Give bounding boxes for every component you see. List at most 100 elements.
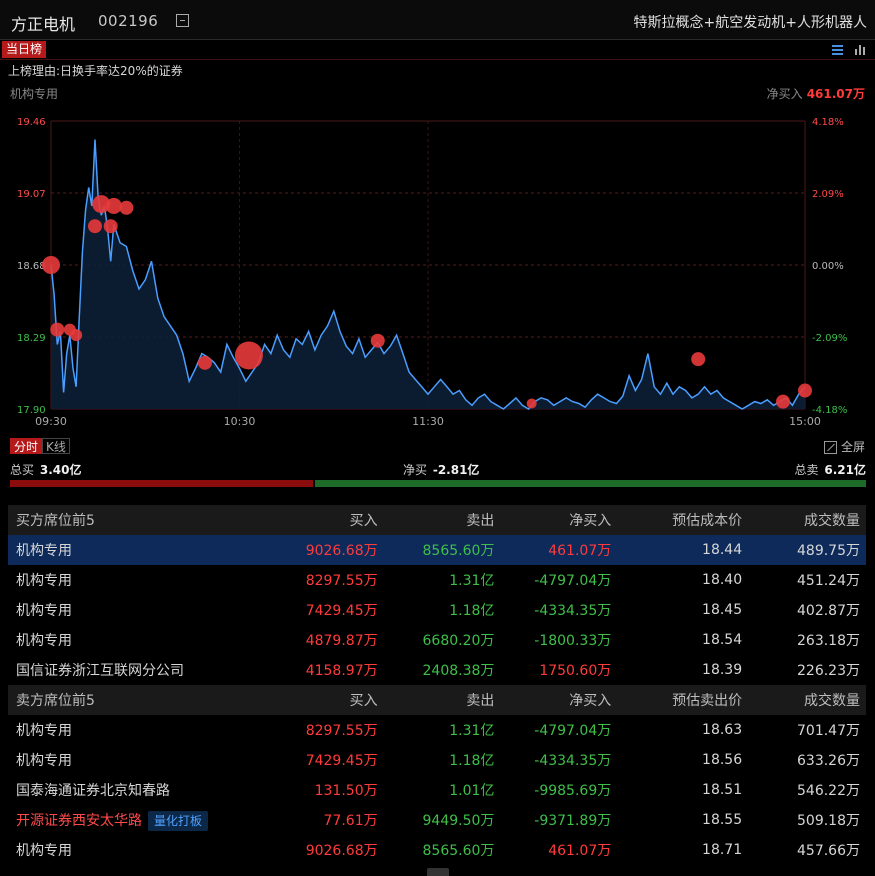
sell-seats-table: 卖方席位前5 买入 卖出 净买入 预估卖出价 成交数量 机构专用 8297.55万 1.31亿… <box>8 685 866 865</box>
table-row[interactable]: 国信证券浙江互联网分公司 4158.97万 2408.38万 1750.60万 18.3… <box>8 655 866 685</box>
seat-name[interactable]: 机构专用 <box>16 603 72 619</box>
x-tick: 09:30 <box>35 415 67 428</box>
seat-name[interactable]: 国信证券浙江互联网分公司 <box>16 663 184 679</box>
chart-mode-tabs: 分时 K线 <box>10 438 70 454</box>
est-price: 18.56 <box>702 752 743 768</box>
y-tick-left: 19.07 <box>17 189 46 200</box>
trade-marker <box>691 352 706 367</box>
trade-marker <box>50 322 65 337</box>
buy-amount: 8297.55万 <box>305 723 378 739</box>
tab-kline[interactable]: K线 <box>42 438 70 454</box>
table-row[interactable]: 机构专用 7429.45万 1.18亿 -4334.35万 18.45 402.87万 <box>8 595 866 625</box>
seat-name[interactable]: 国泰海通证券北京知春路 <box>16 783 170 799</box>
volume: 451.24万 <box>797 573 860 589</box>
volume: 489.75万 <box>748 535 866 565</box>
sell-amount: 1.01亿 <box>449 783 495 799</box>
sell-amount: 1.18亿 <box>449 603 495 619</box>
totals-row: 总买 3.40亿 净买 -2.81亿 总卖 6.21亿 <box>10 461 866 477</box>
net-amount: 461.07万 <box>548 843 612 859</box>
net-amount: -9371.89万 <box>534 813 612 829</box>
fullscreen-button[interactable]: 全屏 <box>823 438 865 455</box>
quant-tag-badge: 量化打板 <box>148 810 209 831</box>
net-amount: -4334.35万 <box>534 603 612 619</box>
trade-marker <box>119 200 134 215</box>
buy-header-2: 卖出 <box>383 505 501 535</box>
total-buy: 总买 3.40亿 <box>10 463 82 477</box>
est-price: 18.63 <box>702 722 743 738</box>
sell-amount: 9449.50万 <box>422 813 495 829</box>
table-row[interactable]: 开源证券西安太华路 量化打板 77.61万 9449.50万 -9371.89万 18.5… <box>8 805 866 835</box>
seat-name[interactable]: 机构专用 <box>16 633 72 649</box>
y-tick-right: 2.09% <box>812 189 844 200</box>
tab-minute[interactable]: 分时 <box>10 438 43 454</box>
total-net: 净买 -2.81亿 <box>403 463 480 477</box>
est-price: 18.39 <box>702 662 743 678</box>
table-row[interactable]: 机构专用 9026.68万 8565.60万 461.07万 18.71 457.66万 <box>8 835 866 865</box>
seat-name[interactable]: 机构专用 <box>16 543 72 559</box>
buy-header-3: 净买入 <box>500 505 618 535</box>
table-row[interactable]: 机构专用 7429.45万 1.18亿 -4334.35万 18.56 633.26万 <box>8 745 866 775</box>
seat-name[interactable]: 机构专用 <box>16 753 72 769</box>
sell-header-3: 净买入 <box>500 685 618 715</box>
buy-amount: 7429.45万 <box>305 753 378 769</box>
est-price: 18.44 <box>617 535 749 565</box>
trade-marker <box>776 394 791 409</box>
listing-reason: 上榜理由:日换手率达20%的证券 <box>8 64 183 78</box>
total-sell: 总卖 6.21亿 <box>794 463 866 477</box>
sell-header-0: 卖方席位前5 <box>8 685 295 715</box>
buy-amount: 7429.45万 <box>305 603 378 619</box>
seat-name[interactable]: 机构专用 <box>16 723 72 739</box>
table-row[interactable]: 机构专用 8297.55万 1.31亿 -4797.04万 18.40 451.24万 <box>8 565 866 595</box>
volume: 633.26万 <box>797 753 860 769</box>
sell-amount: 8565.60万 <box>422 843 495 859</box>
sell-amount: 2408.38万 <box>422 663 495 679</box>
table-row[interactable]: 机构专用 8297.55万 1.31亿 -4797.04万 18.63 701.47万 <box>8 715 866 745</box>
volume: 701.47万 <box>797 723 860 739</box>
buy-seats-table: 买方席位前5 买入 卖出 净买入 预估成本价 成交数量 机构专用 9026.68万 8565.… <box>8 505 866 685</box>
table-row[interactable]: 国泰海通证券北京知春路 131.50万 1.01亿 -9985.69万 18.51 546… <box>8 775 866 805</box>
sell-header-2: 卖出 <box>383 685 501 715</box>
table-row[interactable]: 机构专用 4879.87万 6680.20万 -1800.33万 18.54 263.18… <box>8 625 866 655</box>
fullscreen-label: 全屏 <box>840 440 865 454</box>
sell-header-5: 成交数量 <box>748 685 866 715</box>
volume: 457.66万 <box>797 843 860 859</box>
buy-amount: 9026.68万 <box>295 535 384 565</box>
y-tick-left: 18.68 <box>17 261 46 272</box>
net-buy-value: 461.07万 <box>806 87 865 101</box>
intraday-chart[interactable]: 19.46 4.18% 19.07 2.09% 18.68 0.00% 18.29 -2.09… <box>0 110 875 435</box>
seat-name[interactable]: 机构专用 <box>16 573 72 589</box>
net-amount: -4797.04万 <box>534 573 612 589</box>
fullscreen-icon <box>823 441 837 454</box>
chart-seat-label: 机构专用 <box>10 87 59 101</box>
collapse-icon[interactable] <box>176 14 189 27</box>
trade-marker <box>103 219 118 234</box>
trade-marker <box>370 333 385 348</box>
seat-name[interactable]: 开源证券西安太华路 <box>16 813 142 829</box>
sell-ratio-fill <box>315 480 866 487</box>
y-tick-right: 0.00% <box>812 261 844 272</box>
expand-handle[interactable] <box>427 868 449 876</box>
trade-marker <box>87 219 102 234</box>
chart-net-buy: 净买入 461.07万 <box>767 85 865 102</box>
volume: 402.87万 <box>797 603 860 619</box>
bar-view-icon[interactable] <box>851 42 869 58</box>
volume: 226.23万 <box>797 663 860 679</box>
sell-amount: 1.31亿 <box>449 573 495 589</box>
list-view-icon[interactable] <box>829 42 847 58</box>
table-row[interactable]: 机构专用 9026.68万 8565.60万 461.07万 18.44 489.75万 <box>8 535 866 565</box>
est-price: 18.40 <box>702 572 743 588</box>
buy-amount: 131.50万 <box>314 783 378 799</box>
y-tick-right: 4.18% <box>812 117 844 128</box>
tab-today-list[interactable]: 当日榜 <box>2 41 47 58</box>
title-bar: 方正电机 002196 特斯拉概念+航空发动机+人形机器人 <box>0 0 875 40</box>
y-tick-left: 18.29 <box>17 333 46 344</box>
trade-marker <box>70 329 83 342</box>
sell-amount: 6680.20万 <box>422 633 495 649</box>
sell-header-1: 买入 <box>295 685 384 715</box>
x-tick: 15:00 <box>789 415 821 428</box>
y-tick-left: 19.46 <box>17 117 46 128</box>
seat-name[interactable]: 机构专用 <box>16 843 72 859</box>
buy-header-5: 成交数量 <box>748 505 866 535</box>
stock-code: 002196 <box>98 12 159 30</box>
net-amount: -4797.04万 <box>534 723 612 739</box>
